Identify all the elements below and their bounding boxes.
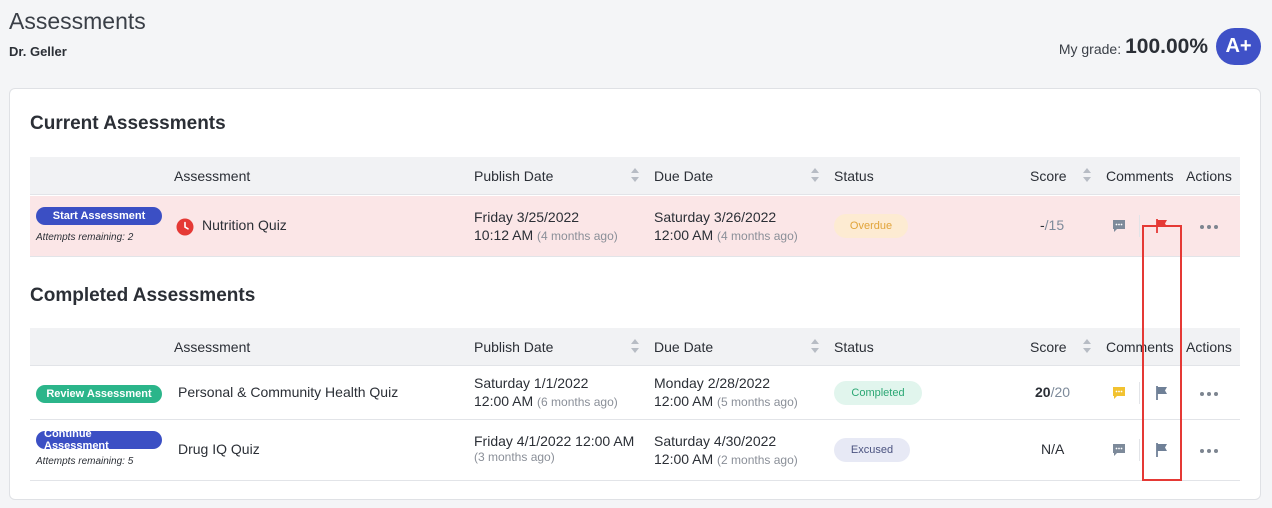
col-assessment[interactable]: Assessment (174, 157, 250, 195)
clock-icon (176, 218, 194, 236)
grade-label: My grade: (1058, 40, 1122, 57)
due-date: Saturday 4/30/2022 12:00 AM (2 months ag… (654, 433, 798, 467)
table-row: Start Assessment Attempts remaining: 2 N… (30, 196, 1240, 257)
status-badge: Excused (834, 438, 910, 462)
completed-table-header: Assessment Publish Date Due Date Status … (30, 328, 1240, 366)
flag-column-highlight (1142, 225, 1182, 481)
page-title: Assessments (9, 8, 146, 34)
table-row: Review Assessment Personal & Community H… (30, 367, 1240, 420)
table-row: Continue Assessment Attempts remaining: … (30, 420, 1240, 481)
publish-date: Friday 3/25/2022 10:12 AM (4 months ago) (474, 209, 618, 243)
col-assessment[interactable]: Assessment (174, 328, 250, 366)
current-assessments-title: Current Assessments (30, 113, 226, 134)
col-comments: Comments (1106, 168, 1174, 184)
continue-assessment-button[interactable]: Continue Assessment (36, 428, 162, 452)
more-dots-icon[interactable] (1200, 449, 1218, 453)
divider (1139, 382, 1140, 404)
grade-value: 100.00% (1125, 34, 1208, 58)
status-badge: Overdue (834, 214, 908, 238)
current-table-header: Assessment Publish Date Due Date Status … (30, 157, 1240, 195)
start-assessment-button[interactable]: Start Assessment (36, 207, 162, 225)
attempts-remaining: Attempts remaining: 2 (36, 232, 134, 243)
assessments-card: Current Assessments Assessment Publish D… (9, 88, 1261, 500)
score: N/A (1041, 441, 1065, 457)
due-date: Monday 2/28/2022 12:00 AM (5 months ago) (654, 375, 798, 409)
col-actions: Actions (1186, 339, 1232, 355)
due-date: Saturday 3/26/2022 12:00 AM (4 months ag… (654, 209, 798, 243)
col-publish-date[interactable]: Publish Date (474, 157, 553, 195)
status-badge: Completed (834, 381, 922, 405)
col-due-date[interactable]: Due Date (654, 157, 713, 195)
attempts-remaining: Attempts remaining: 5 (36, 456, 134, 467)
sort-icon[interactable] (631, 339, 639, 355)
col-score[interactable]: Score (1030, 157, 1067, 195)
col-actions: Actions (1186, 168, 1232, 184)
score: 20/20 (1035, 384, 1071, 400)
completed-assessments-title: Completed Assessments (30, 285, 256, 306)
col-due-date[interactable]: Due Date (654, 328, 713, 366)
divider (1139, 439, 1140, 461)
grade-letter-badge: A+ (1216, 28, 1261, 65)
publish-date: Saturday 1/1/2022 12:00 AM (6 months ago… (474, 375, 618, 409)
comment-icon[interactable] (1111, 385, 1127, 401)
divider (1139, 215, 1140, 237)
assessment-name[interactable]: Personal & Community Health Quiz (178, 384, 398, 400)
sort-icon[interactable] (1083, 168, 1091, 184)
grade-summary: My grade: 100.00% A+ (1059, 28, 1261, 65)
col-status[interactable]: Status (834, 328, 874, 366)
teacher-name: Dr. Geller (9, 44, 67, 59)
review-assessment-button[interactable]: Review Assessment (36, 385, 162, 403)
col-status[interactable]: Status (834, 157, 874, 195)
sort-icon[interactable] (811, 339, 819, 355)
sort-icon[interactable] (1083, 339, 1091, 355)
comment-icon[interactable] (1111, 218, 1127, 234)
more-dots-icon[interactable] (1200, 225, 1218, 229)
col-publish-date[interactable]: Publish Date (474, 328, 553, 366)
assessment-name[interactable]: Drug IQ Quiz (178, 441, 260, 457)
assessment-name[interactable]: Nutrition Quiz (202, 217, 287, 233)
score: -/15 (1040, 217, 1065, 233)
sort-icon[interactable] (811, 168, 819, 184)
comment-icon[interactable] (1111, 442, 1127, 458)
col-score[interactable]: Score (1030, 328, 1067, 366)
sort-icon[interactable] (631, 168, 639, 184)
more-dots-icon[interactable] (1200, 392, 1218, 396)
publish-date: Friday 4/1/2022 12:00 AM (3 months ago) (474, 433, 635, 464)
